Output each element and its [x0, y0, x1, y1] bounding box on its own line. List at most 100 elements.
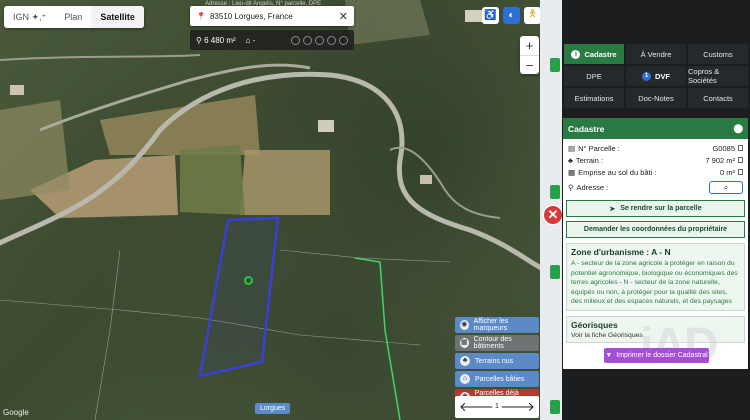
google-logo: Google: [3, 408, 29, 417]
button-label: Se rendre sur la parcelle: [620, 205, 702, 212]
tab-contacts[interactable]: Contacts: [688, 88, 748, 108]
zoom-control: + −: [520, 36, 539, 74]
address-search-box[interactable]: 📍 83510 Lorgues, France ✕: [190, 6, 354, 26]
search-input[interactable]: 83510 Lorgues, France: [210, 12, 339, 21]
zoning-text: A - secteur de la zone agricole à protég…: [571, 260, 738, 305]
iad-watermark: iAD: [640, 319, 719, 372]
card-title: Cadastre: [568, 123, 605, 134]
result-navigation: 🡐 1 🡒: [455, 396, 539, 418]
layer-bare-land[interactable]: ♣ Terrains nus: [455, 353, 539, 369]
layer-label: Terrains nus: [475, 357, 514, 365]
tab-doc-notes[interactable]: Doc-Notes: [626, 88, 686, 108]
green-marker-icon: [550, 265, 560, 279]
tab-dvf[interactable]: 1 DVF: [626, 66, 686, 86]
layers-list: ◉ Afficher les marqueurs ▦ Contour des bât…: [455, 317, 539, 407]
row-value: 0 m²: [720, 167, 735, 177]
eye-icon: ◉: [460, 320, 469, 330]
pin-icon: ⚲: [568, 182, 574, 192]
building-icon: ▦: [568, 167, 576, 177]
building-icon: ▦: [460, 338, 469, 348]
home-measure: ⌂ -: [245, 35, 256, 45]
cadastre-card-header: Cadastre ⬤: [563, 118, 748, 139]
copy-icon[interactable]: [738, 157, 743, 163]
home-icon: ⌂: [460, 374, 470, 384]
row-label: Adresse :: [576, 182, 609, 192]
row-label: Terrain :: [575, 155, 604, 165]
tab-label: Contacts: [703, 93, 733, 103]
zoning-title: Zone d'urbanisme : A - N: [571, 247, 671, 257]
request-owner-button[interactable]: Demander les coordonnées du propriétaire: [566, 221, 745, 238]
address-search-button[interactable]: ⌕: [709, 180, 743, 194]
tab-label: Estimations: [574, 93, 614, 103]
tool-4-icon[interactable]: [327, 35, 336, 45]
accessibility-icon[interactable]: ♿: [482, 7, 499, 24]
map-tools: [291, 35, 348, 45]
row-label: Emprise au sol du bâti :: [578, 167, 657, 177]
layer-show-markers[interactable]: ◉ Afficher les marqueurs: [455, 317, 539, 333]
next-arrow-icon[interactable]: 🡒: [500, 399, 535, 415]
tab-cadastre[interactable]: i Cadastre: [564, 44, 624, 64]
close-panel-button[interactable]: ✕: [542, 204, 564, 226]
goto-parcel-button[interactable]: ➤ Se rendre sur la parcelle: [566, 200, 745, 217]
copy-icon[interactable]: [738, 145, 743, 151]
map-type-switcher: IGN ✦,⁺ Plan Satellite: [4, 6, 144, 28]
zoom-out-button[interactable]: −: [520, 55, 539, 74]
satellite-map[interactable]: IGN ✦,⁺ Plan Satellite Adresse : Lieu-di…: [0, 0, 562, 420]
copy-icon[interactable]: [738, 169, 743, 175]
tab-estimations[interactable]: Estimations: [564, 88, 624, 108]
tree-icon: ♣: [568, 155, 573, 165]
tab-label: Copros & Sociétés: [688, 67, 720, 85]
tab-label: Cadastre: [584, 49, 617, 59]
row-label: N° Parcelle :: [578, 143, 620, 153]
tool-3-icon[interactable]: [315, 35, 324, 45]
row-value: G0085: [712, 143, 735, 153]
info-icon: i: [571, 49, 581, 59]
layer-built-parcels[interactable]: ⌂ Parcelles bâties: [455, 371, 539, 387]
tab-label: Doc-Notes: [638, 93, 674, 103]
zoning-box: Zone d'urbanisme : A - N A - secteur de …: [566, 243, 745, 311]
map-top-icons: ♿ ◐ 🯅: [482, 7, 541, 24]
button-label: Demander les coordonnées du propriétaire: [583, 226, 728, 233]
area-bar: ⚲ 6 480 m² ⌂ -: [190, 30, 354, 50]
layer-building-outline[interactable]: ▦ Contour des bâtiments: [455, 335, 539, 351]
tool-5-icon[interactable]: [339, 35, 348, 45]
tool-2-icon[interactable]: [303, 35, 312, 45]
tab-a-vendre[interactable]: À Vendre: [626, 44, 686, 64]
green-marker-icon: [550, 58, 560, 72]
row-value: 7 902 m²: [705, 155, 735, 165]
pin-icon: 📍: [196, 11, 206, 21]
map-type-ign[interactable]: IGN ✦,⁺: [4, 6, 55, 28]
map-type-satellite[interactable]: Satellite: [91, 6, 144, 28]
selected-parcel[interactable]: [198, 216, 280, 378]
panel-tabs: i Cadastre À Vendre Customs DPE 1 DVF Copr…: [564, 44, 748, 108]
layer-label: Parcelles bâties: [475, 375, 525, 383]
tree-icon: ♣: [460, 356, 470, 366]
tab-label: Customs: [703, 49, 733, 59]
area-measure: ⚲ 6 480 m²: [196, 35, 236, 45]
address-row: ⚲ Adresse : ⌕: [563, 178, 748, 196]
tab-copros[interactable]: Copros & Sociétés: [688, 66, 748, 86]
clear-search-icon[interactable]: ✕: [339, 10, 348, 23]
tab-label: DPE: [586, 71, 602, 81]
tool-1-icon[interactable]: [291, 35, 300, 45]
street-view-icon[interactable]: 🯅: [524, 7, 541, 24]
zoom-in-button[interactable]: +: [520, 36, 539, 55]
parcel-marker-icon[interactable]: [244, 276, 253, 285]
button-label: Imprimer le dossier Cadastral: [616, 352, 708, 359]
dvf-count-badge: 1: [642, 71, 651, 81]
tab-dpe[interactable]: DPE: [564, 66, 624, 86]
layer-label: Contour des bâtiments: [473, 336, 512, 350]
print-icon: ▼: [605, 352, 613, 359]
previous-arrow-icon[interactable]: 🡐: [459, 399, 494, 415]
tab-label: À Vendre: [640, 49, 672, 59]
neighbour-parcel-outline: [354, 257, 401, 420]
layer-label: Afficher les marqueurs: [473, 318, 509, 332]
globe-icon[interactable]: ◐: [503, 7, 520, 24]
tab-customs[interactable]: Customs: [688, 44, 748, 64]
print-cadastral-button[interactable]: ▼ Imprimer le dossier Cadastral: [604, 348, 709, 363]
document-icon: ▤: [568, 143, 576, 153]
location-pin-icon: ⬤: [733, 123, 743, 133]
place-label[interactable]: Lorgues: [255, 403, 291, 414]
land-area-row: ♣ Terrain : 7 902 m²: [563, 154, 748, 166]
map-type-plan[interactable]: Plan: [55, 6, 91, 28]
